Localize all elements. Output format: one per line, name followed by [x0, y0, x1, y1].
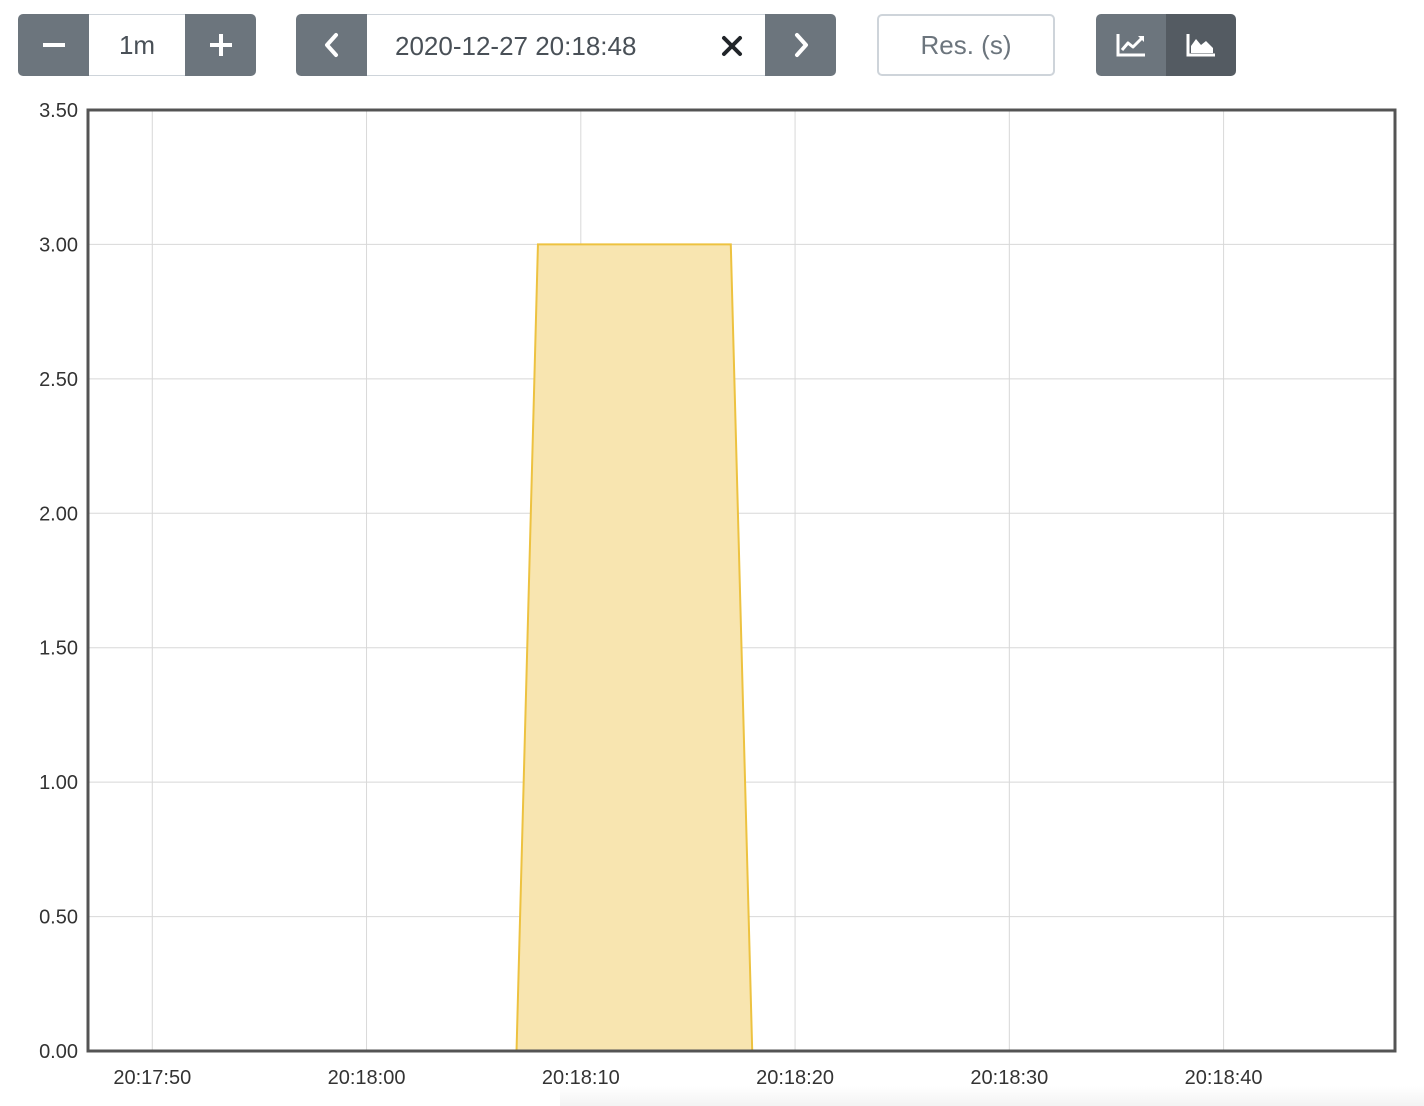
area-chart[interactable]: 0.00 0.50 1.00 1.50 2.00 2.50 3.00 3.50 20:17:50…: [0, 96, 1424, 1106]
close-icon: [722, 36, 742, 56]
y-tick-label: 0.50: [39, 907, 78, 929]
increase-range-button[interactable]: [185, 14, 256, 76]
y-tick-label: 1.50: [39, 638, 78, 660]
y-tick-label: 2.50: [39, 369, 78, 391]
stacked-chart-button[interactable]: [1166, 14, 1236, 76]
x-tick-label: 20:18:00: [328, 1067, 406, 1089]
unstacked-chart-button[interactable]: [1096, 14, 1166, 76]
y-tick-label: 3.00: [39, 234, 78, 256]
range-input-group: 1m: [18, 14, 256, 76]
chevron-left-icon: [324, 33, 338, 57]
chevron-right-icon: [794, 33, 808, 57]
range-input[interactable]: 1m: [89, 14, 185, 76]
end-time-field: 2020-12-27 20:18:48: [367, 14, 765, 76]
resolution-input[interactable]: [877, 14, 1055, 76]
minus-icon: [42, 43, 65, 47]
line-chart-icon: [1116, 34, 1145, 57]
page-shadow: [560, 1086, 1424, 1106]
end-time-input-group: 2020-12-27 20:18:48: [296, 14, 836, 76]
y-tick-label: 1.00: [39, 772, 78, 794]
area-chart-icon: [1186, 34, 1215, 57]
previous-time-button[interactable]: [296, 14, 367, 76]
plus-icon: [209, 34, 232, 56]
clear-time-button[interactable]: [720, 34, 744, 58]
x-tick-label: 20:17:50: [113, 1067, 191, 1089]
y-tick-label: 3.50: [39, 100, 78, 122]
graph-area: 0.00 0.50 1.00 1.50 2.00 2.50 3.00 3.50 20:17:50…: [0, 96, 1424, 1106]
y-tick-label: 0.00: [39, 1041, 78, 1063]
end-time-input[interactable]: 2020-12-27 20:18:48: [395, 31, 636, 62]
chart-type-toggle: [1096, 14, 1236, 76]
next-time-button[interactable]: [765, 14, 836, 76]
graph-controls: 1m 2020-12-27 20:18:48: [0, 0, 1424, 90]
decrease-range-button[interactable]: [18, 14, 89, 76]
y-tick-label: 2.00: [39, 503, 78, 525]
